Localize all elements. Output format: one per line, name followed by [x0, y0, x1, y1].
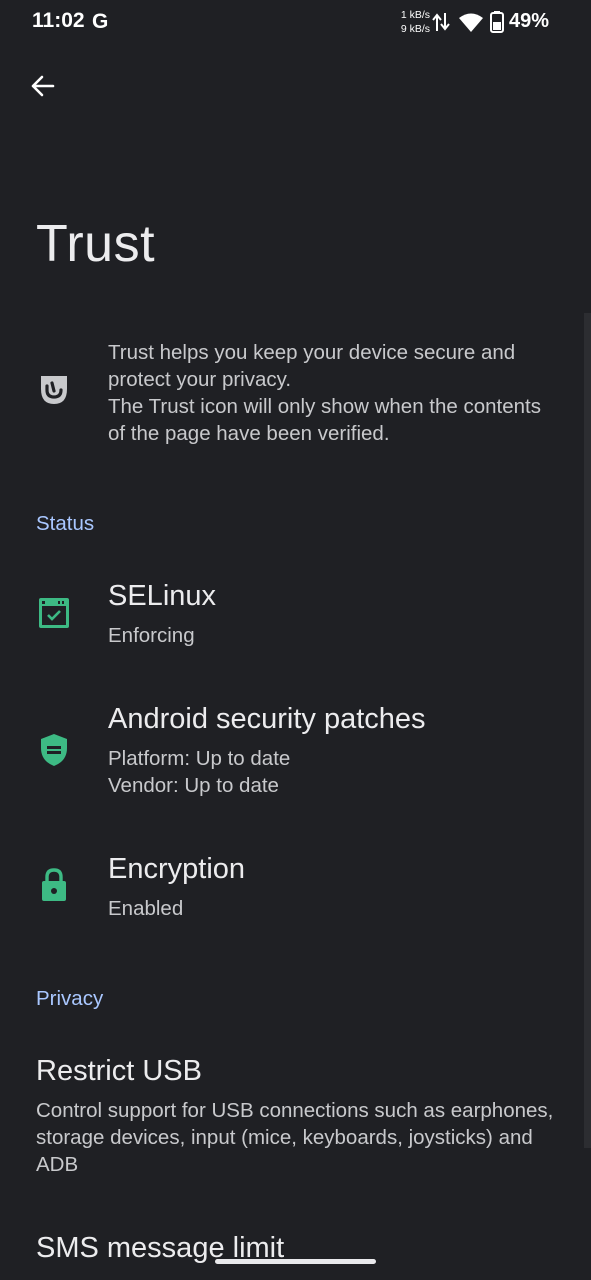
intro-line-1: Trust helps you keep your device secure … [108, 341, 516, 391]
section-header-privacy: Privacy [36, 987, 104, 1010]
data-transfer-icon [432, 11, 450, 38]
section-header-status: Status [36, 512, 95, 535]
restrict-usb-title: Restrict USB [36, 1055, 202, 1087]
intro-line-2: The Trust icon will only show when the c… [108, 395, 541, 445]
selinux-status: Enforcing [108, 624, 195, 647]
security-patches-status: Platform: Up to date Vendor: Up to date [108, 745, 290, 799]
selinux-title: SELinux [108, 580, 217, 612]
network-speed: 1 kB/s 9 kB/s [397, 8, 430, 36]
intro-description: Trust helps you keep your device secure … [108, 339, 558, 447]
battery-percent: 49% [509, 10, 550, 32]
download-speed: 9 kB/s [400, 23, 430, 35]
encryption-title: Encryption [108, 853, 246, 885]
upload-speed: 1 kB/s [400, 9, 430, 21]
back-button[interactable] [22, 66, 62, 106]
wifi-icon [458, 12, 484, 37]
restrict-usb-description: Control support for USB connections such… [36, 1099, 554, 1176]
battery-icon [490, 11, 504, 38]
google-g-icon: G [92, 10, 109, 33]
shield-icon [40, 733, 68, 772]
trust-shield-icon [38, 373, 70, 412]
arrow-back-icon [31, 75, 55, 97]
vendor-patch-status: Vendor: Up to date [108, 774, 279, 797]
lock-icon [41, 868, 67, 907]
encryption-status: Enabled [108, 897, 184, 920]
home-gesture-handle[interactable] [215, 1259, 376, 1264]
clock: 11:02 [32, 9, 85, 32]
page-title: Trust [36, 215, 156, 273]
scrollbar[interactable] [584, 313, 591, 1148]
platform-patch-status: Platform: Up to date [108, 747, 291, 770]
selinux-window-check-icon [38, 597, 70, 634]
security-patches-title: Android security patches [108, 703, 426, 735]
